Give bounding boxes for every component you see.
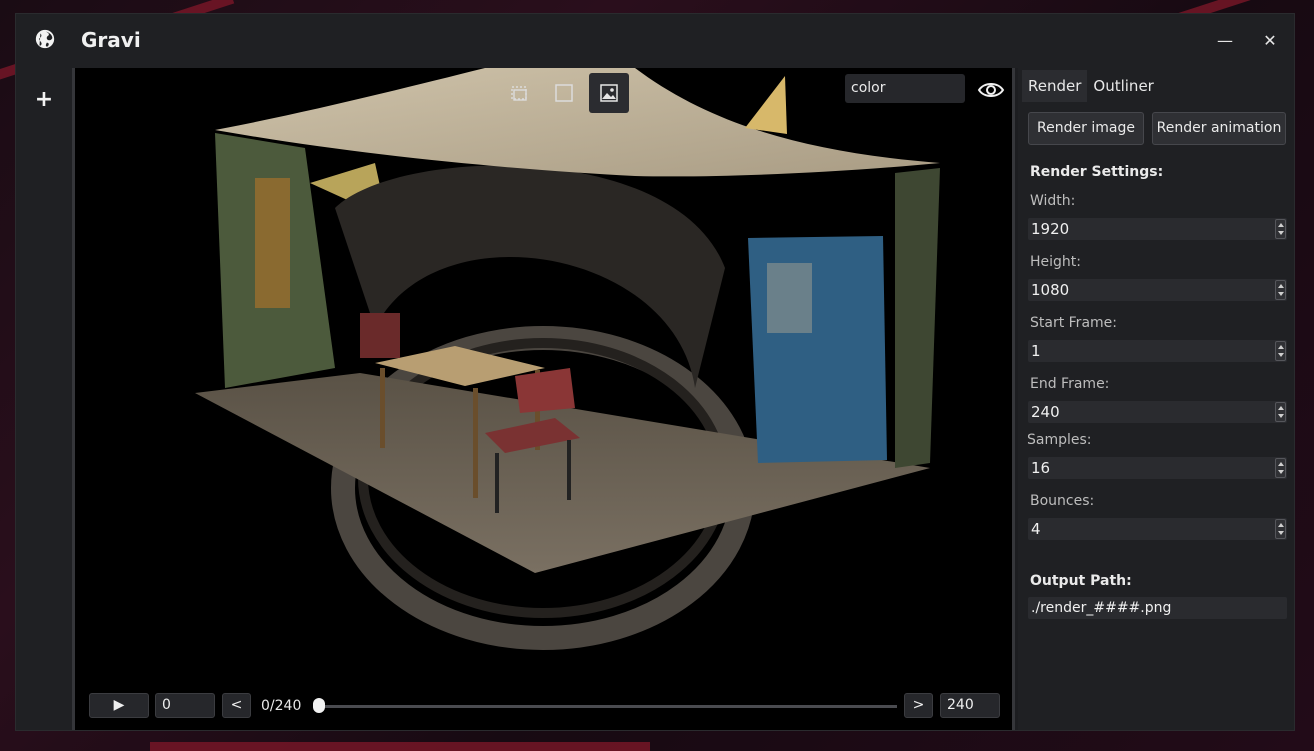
end-frame-input[interactable]: 240 xyxy=(940,693,1000,718)
image-icon xyxy=(600,84,618,102)
tab-render[interactable]: Render xyxy=(1022,70,1088,102)
width-spinbox[interactable]: 1920 xyxy=(1028,218,1287,240)
table-leg xyxy=(473,388,478,498)
globe-icon xyxy=(35,29,55,49)
frame-icon xyxy=(555,84,573,102)
select-region-tool[interactable] xyxy=(499,73,539,113)
samples-label: Samples: xyxy=(1027,432,1092,448)
close-button[interactable]: ✕ xyxy=(1256,28,1284,54)
right-wall xyxy=(895,168,940,468)
timeline-bar: ▶ 0 < 0/240 > 240 xyxy=(75,693,1012,723)
height-label: Height: xyxy=(1030,254,1081,270)
render-animation-button[interactable]: Render animation xyxy=(1152,112,1286,145)
chair-back xyxy=(360,313,400,358)
spin-arrows-icon[interactable] xyxy=(1275,402,1286,422)
render-viewport[interactable]: color ▶ 0 < 0/240 > 240 xyxy=(72,68,1015,730)
render-image-button[interactable]: Render image xyxy=(1028,112,1144,145)
next-frame-button[interactable]: > xyxy=(904,693,933,718)
start-frame-spinbox[interactable]: 1 xyxy=(1028,340,1287,362)
image-tool[interactable] xyxy=(589,73,629,113)
left-toolbar: + xyxy=(16,68,72,730)
render-pass-select[interactable]: color xyxy=(845,74,965,103)
start-frame-value: 1 xyxy=(1031,342,1041,360)
rendered-scene-image xyxy=(195,68,940,650)
chair-leg xyxy=(567,440,571,500)
chair-leg xyxy=(495,453,499,513)
output-path-label: Output Path: xyxy=(1030,573,1132,589)
width-value: 1920 xyxy=(1031,220,1070,238)
height-value: 1080 xyxy=(1031,281,1070,299)
bounces-value: 4 xyxy=(1031,520,1041,538)
start-frame-label: Start Frame: xyxy=(1030,315,1117,331)
height-spinbox[interactable]: 1080 xyxy=(1028,279,1287,301)
frame-tool[interactable] xyxy=(544,73,584,113)
frame-readout: 0/240 xyxy=(261,698,302,714)
render-settings-heading: Render Settings: xyxy=(1030,164,1164,180)
eye-icon[interactable] xyxy=(975,76,1007,104)
spin-arrows-icon[interactable] xyxy=(1275,341,1286,361)
tab-outliner[interactable]: Outliner xyxy=(1087,70,1159,102)
window-frame xyxy=(255,178,290,308)
spin-arrows-icon[interactable] xyxy=(1275,280,1286,300)
width-label: Width: xyxy=(1030,193,1076,209)
spin-arrows-icon[interactable] xyxy=(1275,519,1286,539)
spin-arrows-icon[interactable] xyxy=(1275,219,1286,239)
end-frame-label: End Frame: xyxy=(1030,376,1110,392)
samples-value: 16 xyxy=(1031,459,1051,477)
play-button[interactable]: ▶ xyxy=(89,693,149,718)
properties-panel: Render Outliner Render image Render anim… xyxy=(1018,68,1294,730)
roof-flag xyxy=(745,76,787,134)
desktop-stripe xyxy=(150,742,650,751)
end-frame-spinbox[interactable]: 240 xyxy=(1028,401,1287,423)
app-title: Gravi xyxy=(81,28,141,52)
chair-back xyxy=(515,368,575,413)
bounces-label: Bounces: xyxy=(1030,493,1095,509)
minimize-button[interactable]: — xyxy=(1211,28,1239,54)
samples-spinbox[interactable]: 16 xyxy=(1028,457,1287,479)
current-frame-input[interactable]: 0 xyxy=(155,693,215,718)
bounces-spinbox[interactable]: 4 xyxy=(1028,518,1287,540)
output-path-input[interactable]: ./render_####.png xyxy=(1028,597,1287,619)
timeline-slider-handle[interactable] xyxy=(313,698,325,713)
timeline-slider-track[interactable] xyxy=(319,705,897,708)
end-frame-value: 240 xyxy=(1031,403,1060,421)
panel-tabs: Render Outliner xyxy=(1022,70,1160,102)
table-leg xyxy=(380,368,385,448)
prev-frame-button[interactable]: < xyxy=(222,693,251,718)
app-window: Gravi — ✕ + color ▶ 0 < 0/240 > 240 Rend… xyxy=(15,13,1295,731)
viewport-toolbar xyxy=(499,73,629,113)
select-region-icon xyxy=(511,86,527,101)
spin-arrows-icon[interactable] xyxy=(1275,458,1286,478)
title-bar: Gravi — ✕ xyxy=(16,14,1294,68)
fridge-notes xyxy=(767,263,812,333)
add-button[interactable]: + xyxy=(32,88,56,112)
